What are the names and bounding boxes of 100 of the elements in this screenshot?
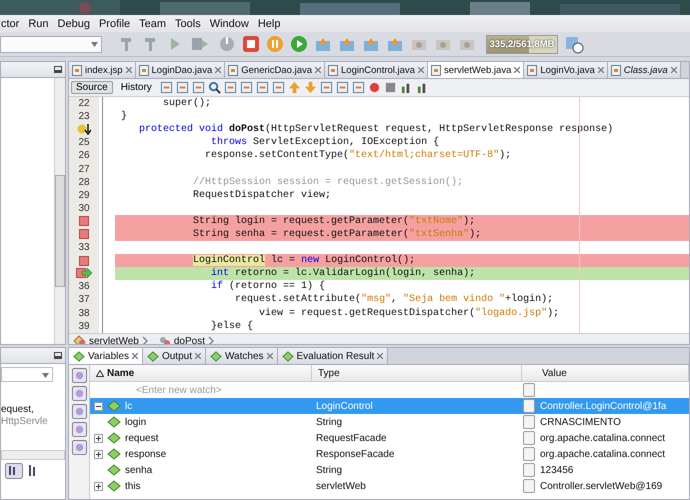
ellipsis-button[interactable] (523, 431, 535, 445)
chevron-icon[interactable] (208, 336, 214, 344)
column-header[interactable]: Name (107, 368, 134, 378)
ellipsis-button[interactable] (523, 463, 535, 477)
file-tab[interactable]: Class.java (608, 62, 681, 78)
debug-tool-icon[interactable] (72, 422, 86, 437)
lightbulb-icon[interactable] (77, 124, 91, 136)
close-icon[interactable] (514, 67, 520, 73)
close-icon[interactable] (598, 67, 604, 73)
dropdown[interactable] (1, 367, 53, 382)
square-icon[interactable] (384, 81, 397, 94)
menu-item[interactable]: Run (27, 18, 50, 30)
close-icon[interactable] (215, 67, 222, 73)
menu-item[interactable]: Team (138, 18, 168, 30)
caret-icon[interactable] (91, 42, 98, 46)
config-dropdown[interactable] (0, 36, 102, 52)
debug-tool-icon[interactable] (72, 368, 86, 383)
variable-name[interactable]: login (124, 416, 148, 428)
close-icon[interactable] (266, 353, 273, 359)
document-icon[interactable] (224, 81, 237, 94)
variable-type: RequestFacade (315, 432, 388, 446)
chevron-icon[interactable] (142, 336, 148, 344)
document-icon[interactable] (192, 81, 205, 94)
document-icon[interactable] (240, 81, 253, 94)
scrollbar[interactable] (1, 450, 65, 460)
menu-item[interactable]: Profile (98, 18, 132, 30)
file-tab[interactable]: index.jsp (69, 62, 136, 78)
menu-item[interactable]: Help (256, 18, 282, 30)
search-icon[interactable] (208, 81, 221, 94)
close-icon[interactable] (126, 67, 132, 73)
stop-button[interactable] (242, 35, 260, 53)
gauge-icon[interactable] (218, 35, 236, 53)
panel-tab[interactable]: Variables (69, 348, 143, 364)
document-icon[interactable] (256, 81, 269, 94)
view-tab[interactable]: Source (71, 81, 113, 94)
arrow-icon[interactable] (288, 81, 301, 94)
variable-name[interactable]: request (124, 432, 160, 444)
ellipsis-button[interactable] (523, 399, 535, 413)
variable-name[interactable]: this (124, 480, 142, 492)
document-icon[interactable] (176, 81, 189, 94)
arrow-icon[interactable] (304, 81, 317, 94)
expand-icon[interactable] (94, 482, 103, 490)
column-header[interactable]: Value (522, 365, 689, 381)
view-tab[interactable]: History (116, 81, 157, 94)
close-icon[interactable] (315, 67, 322, 73)
collapse-icon[interactable] (94, 402, 103, 410)
variable-type: ResponseFacade (315, 448, 396, 462)
code-line: request.setAttribute("msg", "Seja bem vindo "+login); (234, 293, 554, 306)
ellipsis-button[interactable] (523, 415, 535, 429)
close-icon[interactable] (418, 67, 424, 73)
line-number: 29 (78, 190, 90, 201)
variable-value: Controller.LoginControl@1fa (539, 400, 668, 414)
debug-tool-icon[interactable] (72, 404, 86, 419)
debug-tool-icon[interactable] (72, 386, 86, 401)
pause-button[interactable] (266, 35, 284, 53)
file-tab[interactable]: LoginVo.java (524, 62, 608, 78)
document-icon[interactable] (160, 81, 173, 94)
document-icon[interactable] (320, 81, 333, 94)
document-icon[interactable] (336, 81, 349, 94)
current-line-icon[interactable] (76, 268, 92, 280)
close-icon[interactable] (194, 353, 201, 359)
close-icon[interactable] (132, 353, 138, 359)
caret-icon[interactable] (42, 373, 49, 378)
continue-button[interactable] (290, 35, 308, 53)
expand-icon[interactable] (94, 434, 103, 442)
breakpoint-icon[interactable] (368, 81, 381, 94)
variable-type: String (315, 464, 344, 478)
breakpoint-icon[interactable] (79, 229, 89, 240)
menu-item[interactable]: Debug (56, 18, 91, 30)
scrollbar[interactable] (54, 78, 65, 344)
file-tab[interactable]: GenericDao.java (225, 62, 326, 78)
ellipsis-button[interactable] (523, 447, 535, 461)
variable-name[interactable]: response (124, 448, 168, 460)
breadcrumb-item[interactable]: servletWeb (73, 335, 148, 344)
document-icon[interactable] (272, 81, 285, 94)
code-line: protected void doPost(HttpServletRequest request, HttpServletResponse response) (138, 123, 614, 136)
menu-item[interactable]: Tools (174, 18, 202, 30)
expand-icon[interactable] (94, 450, 103, 458)
menu-item[interactable]: ctor (0, 18, 20, 30)
minimize-icon[interactable] (54, 66, 62, 73)
document-icon[interactable] (352, 81, 365, 94)
breakpoint-icon[interactable] (79, 256, 89, 266)
variable-icon (107, 448, 121, 460)
breakpoint-icon[interactable] (79, 216, 89, 226)
ellipsis-button[interactable] (523, 479, 535, 493)
ellipsis-button[interactable] (523, 383, 535, 397)
file-tab[interactable]: LoginDao.java (136, 62, 226, 78)
close-icon[interactable] (670, 67, 677, 73)
breadcrumb-item[interactable]: doPost (158, 335, 214, 344)
file-tab[interactable]: LoginControl.java (325, 62, 428, 78)
menu-item[interactable]: Window (208, 18, 250, 30)
file-tab[interactable]: servletWeb.java (428, 62, 524, 78)
column-header[interactable]: Type (312, 365, 522, 381)
minimize-icon[interactable] (54, 352, 62, 359)
debug-tool-icon[interactable] (72, 440, 86, 455)
close-icon[interactable] (377, 353, 384, 359)
variable-name[interactable]: senha (124, 464, 154, 476)
panel-tab[interactable]: Watches (206, 348, 278, 364)
panel-tab[interactable]: Evaluation Result (278, 348, 388, 364)
panel-tab[interactable]: Output (142, 348, 206, 364)
